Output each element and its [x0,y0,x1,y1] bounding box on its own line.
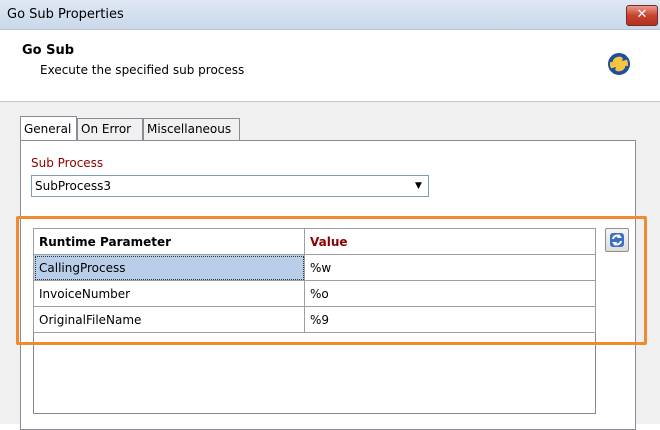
process-arrows-icon [606,51,632,80]
tab-general[interactable]: General [20,116,77,140]
window-title: Go Sub Properties [7,7,124,22]
tab-miscellaneous[interactable]: Miscellaneous [143,118,240,140]
sub-process-select[interactable]: SubProcess3 ▼ [31,175,429,197]
header-title: Go Sub [22,43,75,58]
header-description: Execute the specified sub process [40,63,245,77]
chevron-down-icon[interactable]: ▼ [410,177,427,195]
dialog-header: Go Sub Execute the specified sub process [0,30,660,102]
sub-process-value: SubProcess3 [35,179,111,193]
close-button[interactable]: ✕ [626,5,658,26]
title-bar: Go Sub Properties ✕ [0,0,660,30]
sub-process-label: Sub Process [31,156,104,170]
highlight-box [16,216,647,345]
tab-on-error[interactable]: On Error [77,118,143,140]
